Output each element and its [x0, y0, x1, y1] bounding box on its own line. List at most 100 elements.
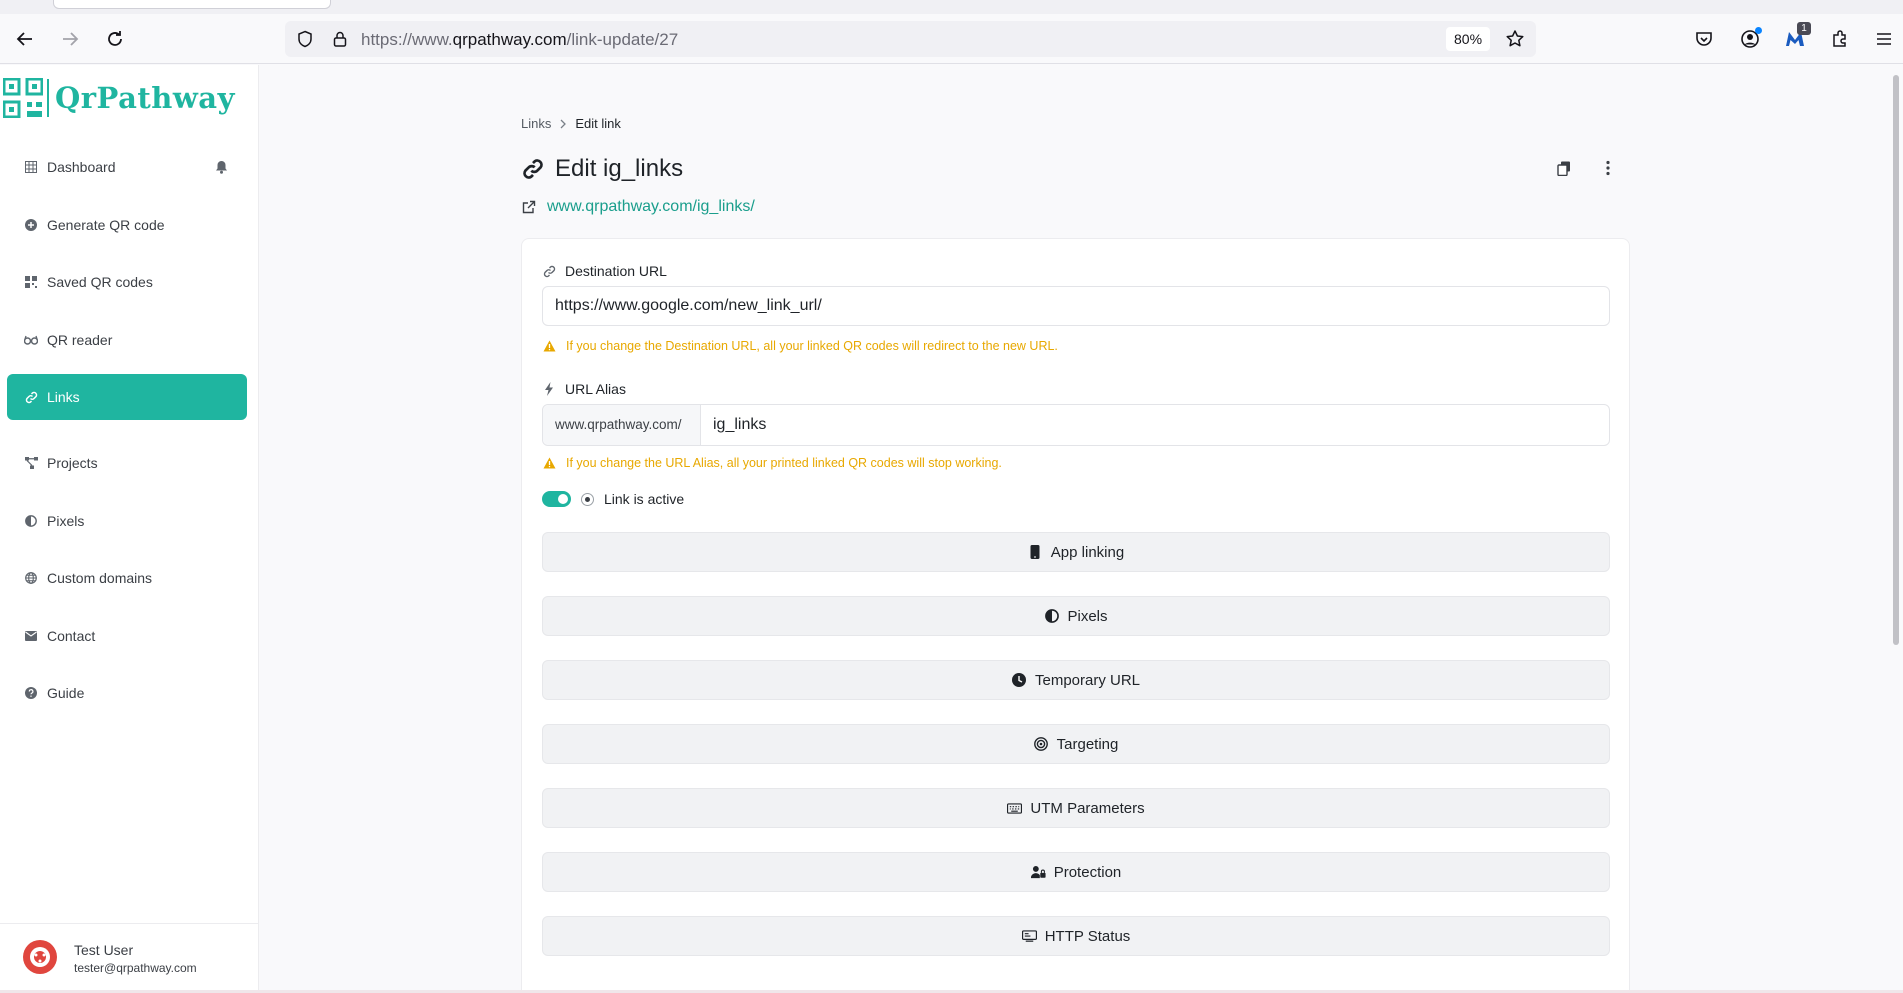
sidebar-item-label: Saved QR codes	[47, 274, 153, 290]
page-scrollbar[interactable]	[1889, 65, 1903, 993]
user-email: tester@qrpathway.com	[74, 961, 197, 975]
sidebar-item-label: Links	[47, 389, 80, 405]
edit-link-form: Destination URL https://www.google.com/n…	[521, 238, 1630, 993]
copy-icon	[1557, 161, 1570, 176]
back-button[interactable]	[11, 25, 39, 53]
browser-toolbar: https://www.qrpathway.com/link-update/27…	[0, 14, 1903, 64]
sidebar-item-projects[interactable]: Projects	[7, 440, 247, 486]
bullseye-icon	[1034, 737, 1049, 752]
utm-parameters-button[interactable]: UTM Parameters	[542, 788, 1610, 828]
link-active-label: Link is active	[604, 491, 685, 507]
avatar	[23, 940, 57, 974]
extension-button[interactable]: 1	[1781, 22, 1811, 53]
reload-button[interactable]	[101, 25, 129, 53]
copy-button[interactable]	[1553, 157, 1575, 179]
sidebar-item-pixels[interactable]: Pixels	[7, 498, 247, 544]
page-title-text: Edit ig_links	[555, 155, 684, 182]
bell-icon[interactable]	[213, 159, 229, 175]
warning-triangle-icon	[542, 456, 556, 470]
destination-url-input[interactable]: https://www.google.com/new_link_url/	[542, 286, 1610, 326]
url-alias-label: URL Alias	[542, 381, 626, 397]
notification-dot	[1755, 27, 1762, 34]
address-bar[interactable]: https://www.qrpathway.com/link-update/27…	[285, 21, 1536, 57]
glasses-icon	[24, 333, 38, 347]
forward-button[interactable]	[56, 25, 84, 53]
brand-logo[interactable]: QrPathway	[3, 77, 235, 119]
tab-strip	[0, 0, 1903, 14]
targeting-button[interactable]: Targeting	[542, 724, 1610, 764]
server-icon	[1021, 929, 1037, 944]
plus-circle-icon	[24, 218, 38, 232]
sidebar-item-label: Guide	[47, 685, 85, 701]
sidebar-item-generate-qr-code[interactable]: Generate QR code	[7, 202, 247, 248]
bookmark-button[interactable]	[1503, 27, 1527, 51]
account-button[interactable]	[1736, 25, 1764, 53]
zoom-indicator[interactable]: 80%	[1446, 27, 1491, 51]
user-name: Test User	[74, 942, 134, 958]
grid-icon	[24, 160, 38, 174]
more-options-button[interactable]	[1597, 157, 1619, 179]
breadcrumb-links[interactable]: Links	[521, 116, 551, 131]
sidebar-item-label: Contact	[47, 627, 96, 644]
main-content: Links Edit link Edit ig_links www.qrpath…	[259, 65, 1889, 993]
sidebar-item-label: QR reader	[47, 331, 113, 348]
adjust-icon	[24, 514, 38, 528]
destination-url-label-text: Destination URL	[565, 263, 667, 279]
pixels-label: Pixels	[1067, 607, 1108, 625]
breadcrumb: Links Edit link	[521, 116, 621, 131]
url-alias-input-group: www.qrpathway.com/ ig_links	[542, 404, 1610, 446]
browser-tab[interactable]	[53, 0, 331, 9]
extension-badge: 1	[1797, 22, 1811, 35]
site-info-button[interactable]	[328, 27, 352, 51]
sidebar-item-custom-domains[interactable]: Custom domains	[7, 555, 247, 601]
link-icon	[542, 264, 556, 278]
brand-name: QrPathway	[55, 81, 235, 115]
sidebar-item-label: Pixels	[47, 512, 85, 529]
sidebar-item-dashboard[interactable]: Dashboard	[7, 144, 247, 190]
sidebar-item-links[interactable]: Links	[7, 374, 247, 420]
sidebar-item-saved-qr-codes[interactable]: Saved QR codes	[7, 259, 247, 305]
sidebar-item-label: Generate QR code	[47, 216, 165, 233]
logo-separator	[47, 79, 49, 117]
sidebar: QrPathway Dashboard Generate QR code Sav…	[0, 65, 259, 993]
pixels-button[interactable]: Pixels	[542, 596, 1610, 636]
url-alias-warning: If you change the URL Alias, all your pr…	[542, 456, 1002, 470]
short-url-link[interactable]: www.qrpathway.com/ig_links/	[521, 198, 755, 216]
extensions-menu-button[interactable]	[1826, 25, 1854, 53]
project-diagram-icon	[24, 456, 38, 470]
destination-url-warning: If you change the Destination URL, all y…	[542, 339, 1058, 353]
http-status-button[interactable]: HTTP Status	[542, 916, 1610, 956]
pocket-button[interactable]	[1690, 25, 1718, 53]
url-alias-prefix: www.qrpathway.com/	[543, 405, 701, 445]
destination-url-warning-text: If you change the Destination URL, all y…	[566, 339, 1058, 353]
question-circle-icon	[24, 686, 38, 700]
globe-icon	[24, 571, 38, 585]
url-text[interactable]: https://www.qrpathway.com/link-update/27	[361, 30, 678, 50]
protection-label: Protection	[1053, 863, 1122, 881]
protection-button[interactable]: Protection	[542, 852, 1610, 892]
temporary-url-button[interactable]: Temporary URL	[542, 660, 1610, 700]
qr-logo-icon	[3, 78, 43, 118]
app-linking-button[interactable]: App linking	[542, 532, 1610, 572]
sidebar-item-qr-reader[interactable]: QR reader	[7, 317, 247, 363]
sidebar-item-contact[interactable]: Contact	[7, 613, 247, 659]
link-active-radio[interactable]	[581, 492, 594, 506]
breadcrumb-current: Edit link	[575, 116, 621, 131]
scrollbar-thumb[interactable]	[1893, 75, 1899, 645]
http-status-label: HTTP Status	[1044, 927, 1131, 945]
utm-parameters-label: UTM Parameters	[1030, 799, 1145, 817]
tracking-protection-button[interactable]	[293, 27, 317, 51]
hamburger-icon	[1877, 33, 1891, 45]
bolt-icon	[542, 382, 556, 396]
user-profile[interactable]: Test User tester@qrpathway.com	[0, 923, 258, 993]
app-menu-button[interactable]	[1870, 25, 1898, 53]
arrow-right-icon	[63, 32, 79, 46]
sidebar-item-guide[interactable]: Guide	[7, 670, 247, 716]
lock-icon	[333, 31, 347, 47]
adjust-icon	[1044, 609, 1059, 624]
link-active-toggle[interactable]	[542, 491, 571, 507]
url-host: qrpathway.com	[452, 30, 567, 49]
url-alias-input[interactable]: ig_links	[701, 405, 766, 445]
external-link-icon	[521, 199, 537, 215]
star-icon	[1506, 30, 1524, 47]
